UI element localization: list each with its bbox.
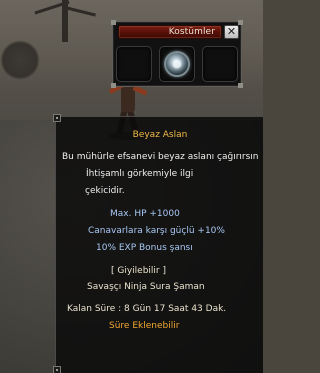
item-bonus: 10% EXP Bonus şansı [96, 243, 193, 253]
tooltip-corner [53, 114, 61, 122]
class-restriction: Savaşçı Ninja Sura Şaman [87, 282, 205, 292]
item-tooltip: Beyaz Aslan Bu mühürle efsanevi beyaz as… [53, 114, 263, 373]
item-description-line: İhtişamlı görkemiyle ilgi [86, 169, 194, 179]
close-button[interactable]: ✕ [224, 25, 239, 39]
window-corner [111, 83, 116, 88]
seal-icon[interactable] [164, 51, 190, 77]
costume-window-title: Kostümler [168, 27, 215, 37]
costume-window-titlebar[interactable]: Kostümler [118, 25, 222, 39]
extendable-label: Süre Eklenebilir [109, 321, 180, 331]
costume-window: Kostümler ✕ [111, 20, 243, 88]
tree [62, 0, 68, 42]
tooltip-corner [53, 366, 61, 373]
costume-slot-2[interactable] [159, 46, 195, 82]
wearable-label: [ Giyilebilir ] [111, 266, 166, 276]
item-name: Beyaz Aslan [132, 130, 188, 140]
window-corner [238, 83, 243, 88]
costume-slot-3[interactable] [202, 46, 238, 82]
remaining-time: Kalan Süre : 8 Gün 17 Saat 43 Dak. [67, 304, 227, 314]
item-description-line: çekicidir. [85, 186, 125, 196]
costume-slot-1[interactable] [116, 46, 152, 82]
window-corner [238, 20, 243, 25]
item-description-line: Bu mühürle efsanevi beyaz aslanı çağırır… [62, 152, 259, 162]
window-corner [111, 20, 116, 25]
item-bonus: Canavarlara karşı güçlü +10% [88, 226, 225, 236]
shrub [0, 40, 40, 80]
close-icon: ✕ [226, 25, 237, 38]
item-bonus: Max. HP +1000 [110, 209, 180, 219]
